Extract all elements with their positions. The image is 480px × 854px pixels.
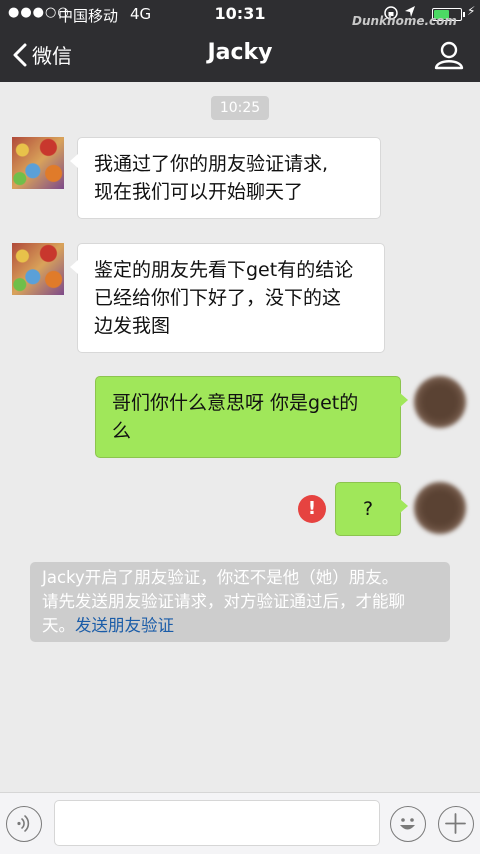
- message-bubble-outgoing[interactable]: ?: [335, 482, 408, 536]
- send-failed-icon[interactable]: !: [298, 495, 326, 523]
- notice-line: Jacky开启了朋友验证，你还不是他（她）朋友。: [42, 568, 399, 587]
- message-timestamp: 10:25: [211, 96, 269, 120]
- message-line: 么: [112, 420, 132, 442]
- message-line: 我通过了你的朋友验证请求,: [94, 153, 329, 175]
- voice-icon[interactable]: [6, 806, 42, 842]
- message-line: 边发我图: [94, 315, 171, 337]
- emoji-icon[interactable]: [390, 806, 426, 842]
- message-line: 鉴定的朋友先看下get有的结论: [94, 259, 354, 281]
- message-line: ?: [362, 498, 374, 520]
- contact-avatar[interactable]: [12, 137, 64, 189]
- back-label: 微信: [32, 44, 72, 68]
- message-bubble-incoming[interactable]: 鉴定的朋友先看下get有的结论 已经给你们下好了，没下的这 边发我图: [70, 243, 385, 353]
- message-line: 现在我们可以开始聊天了: [94, 181, 304, 203]
- status-bar: ●●●○○ 中国移动 4G 10:31 ⚡ Dunkhome.com: [0, 0, 480, 28]
- back-button[interactable]: 微信: [12, 40, 72, 69]
- my-avatar[interactable]: [414, 376, 466, 428]
- plus-icon[interactable]: [438, 806, 474, 842]
- chat-area[interactable]: 10:25 我通过了你的朋友验证请求, 现在我们可以开始聊天了 鉴定的朋友先看下…: [0, 82, 480, 792]
- battery-cap: [463, 12, 465, 17]
- contact-avatar[interactable]: [12, 243, 64, 295]
- notice-line: 请先发送朋友验证请求，对方验证通过后，才能聊: [42, 592, 405, 611]
- message-bubble-outgoing[interactable]: 哥们你什么意思呀 你是get的 么: [95, 376, 408, 458]
- message-line: 已经给你们下好了，没下的这: [94, 287, 342, 309]
- notice-line: 天。发送朋友验证: [42, 614, 438, 638]
- system-notice: Jacky开启了朋友验证，你还不是他（她）朋友。 请先发送朋友验证请求，对方验证…: [30, 562, 450, 642]
- chevron-left-icon: [13, 43, 27, 66]
- message-input[interactable]: [54, 800, 380, 846]
- nav-bar: 微信 Jacky: [0, 28, 480, 82]
- message-bubble-incoming[interactable]: 我通过了你的朋友验证请求, 现在我们可以开始聊天了: [70, 137, 381, 219]
- notice-line-prefix: 天。: [42, 616, 75, 635]
- person-icon[interactable]: [434, 40, 464, 70]
- message-line: 哥们你什么意思呀 你是get的: [112, 392, 359, 414]
- send-verification-link[interactable]: 发送朋友验证: [75, 616, 174, 635]
- my-avatar[interactable]: [414, 482, 466, 534]
- charging-icon: ⚡: [467, 4, 476, 18]
- input-bar: [0, 792, 480, 854]
- watermark: Dunkhome.com: [352, 14, 457, 28]
- chat-title: Jacky: [207, 40, 273, 65]
